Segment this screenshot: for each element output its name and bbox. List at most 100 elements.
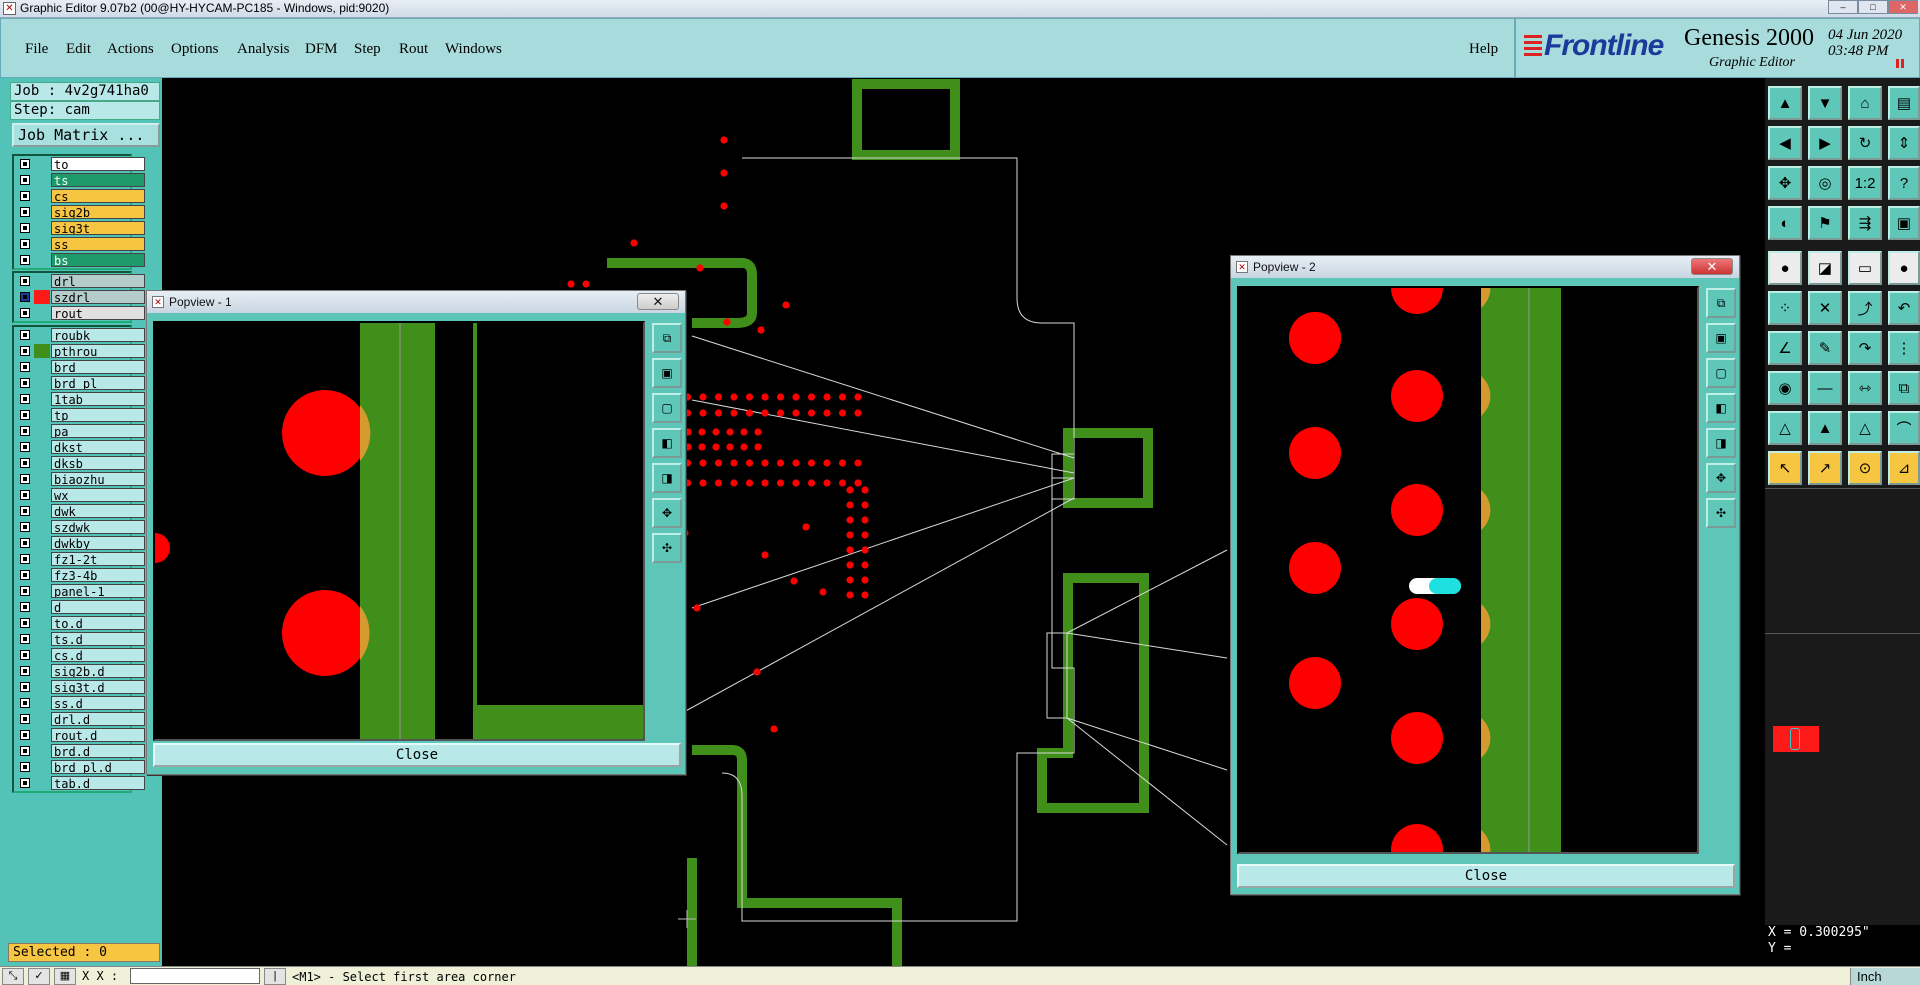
layer-name[interactable]: dwk xyxy=(51,504,145,518)
layer-name[interactable]: ts xyxy=(51,173,145,187)
layer-row[interactable]: drl.d xyxy=(14,711,145,727)
layer-name[interactable]: to.d xyxy=(51,616,145,630)
popview-center-icon[interactable]: ✣ xyxy=(652,533,682,563)
layer-visibility-checkbox[interactable] xyxy=(20,426,30,436)
layer-visibility-checkbox[interactable] xyxy=(20,634,30,644)
layer-name[interactable]: szdwk xyxy=(51,520,145,534)
popview-1-close-button[interactable]: Close xyxy=(153,743,681,767)
layer-name[interactable]: brd_pl.d xyxy=(51,760,145,774)
layer-name[interactable]: dkst xyxy=(51,440,145,454)
menu-help[interactable]: Help xyxy=(1469,41,1498,58)
layer-visibility-checkbox[interactable] xyxy=(20,666,30,676)
layer-name[interactable]: drl xyxy=(51,274,145,288)
layer-row[interactable]: ts.d xyxy=(14,631,145,647)
menu-edit[interactable]: Edit xyxy=(66,41,91,58)
layer-name[interactable]: szdrl xyxy=(51,290,145,304)
popview-1-close-x[interactable]: ✕ xyxy=(637,293,679,310)
layer-visibility-checkbox[interactable] xyxy=(20,730,30,740)
layer-visibility-checkbox[interactable] xyxy=(20,191,30,201)
popview-stretch-icon[interactable]: ✥ xyxy=(652,498,682,528)
layer-row[interactable]: tab.d xyxy=(14,775,145,791)
arc-icon[interactable]: ↶ xyxy=(1888,291,1920,325)
help-icon[interactable]: ? xyxy=(1888,166,1920,200)
popview-pan-right-icon[interactable]: ◨ xyxy=(1706,428,1736,458)
tool-38-icon[interactable]: ⊙ xyxy=(1848,451,1882,485)
layer-row[interactable]: cs.d xyxy=(14,647,145,663)
popview-zoom-out-icon[interactable]: ▢ xyxy=(1706,358,1736,388)
layer-name[interactable]: ss xyxy=(51,237,145,251)
layer-row[interactable]: tp xyxy=(14,407,145,423)
layer-visibility-checkbox[interactable] xyxy=(20,292,30,302)
layer-visibility-checkbox[interactable] xyxy=(20,490,30,500)
layer-name[interactable]: brd xyxy=(51,360,145,374)
layer-name[interactable]: d xyxy=(51,600,145,614)
zoom-in-icon[interactable]: ▲ xyxy=(1768,86,1802,120)
layer-row[interactable]: wx xyxy=(14,487,145,503)
layer-row[interactable]: dwk xyxy=(14,503,145,519)
cursor-icon[interactable]: △ xyxy=(1848,411,1882,445)
pan-right-icon[interactable]: ▶ xyxy=(1808,126,1842,160)
popview-zoom-out-icon[interactable]: ▢ xyxy=(652,393,682,423)
layer-row[interactable]: pthrou xyxy=(14,343,145,359)
snap-icon[interactable]: ◐ xyxy=(1768,206,1802,240)
layer-row[interactable]: brd_pl.d xyxy=(14,759,145,775)
pencil-icon[interactable]: ✎ xyxy=(1808,331,1842,365)
layer-row[interactable]: ss.d xyxy=(14,695,145,711)
layer-row[interactable]: ss xyxy=(14,236,145,252)
redraw-icon[interactable]: ↻ xyxy=(1848,126,1882,160)
stretch-icon[interactable]: ⇕ xyxy=(1888,126,1920,160)
layer-row[interactable]: 1tab xyxy=(14,391,145,407)
layer-visibility-checkbox[interactable] xyxy=(20,778,30,788)
layer-visibility-checkbox[interactable] xyxy=(20,762,30,772)
layer-row[interactable]: sig3t.d xyxy=(14,679,145,695)
layer-visibility-checkbox[interactable] xyxy=(20,474,30,484)
menu-rout[interactable]: Rout xyxy=(399,41,428,58)
layer-name[interactable]: ss.d xyxy=(51,696,145,710)
layer-row[interactable]: to xyxy=(14,156,145,172)
net-icon[interactable]: ⇶ xyxy=(1848,206,1882,240)
popview-2-view[interactable] xyxy=(1237,286,1699,854)
layer-row[interactable]: to.d xyxy=(14,615,145,631)
layout-icon[interactable]: ▤ xyxy=(1888,86,1920,120)
layer-name[interactable]: sig2b xyxy=(51,205,145,219)
layer-name[interactable]: panel-1 xyxy=(51,584,145,598)
layer-visibility-checkbox[interactable] xyxy=(20,458,30,468)
layer-row[interactable]: sig2b.d xyxy=(14,663,145,679)
ratio-icon[interactable]: 1:2 xyxy=(1848,166,1882,200)
job-matrix-button[interactable]: Job Matrix ... xyxy=(12,123,160,147)
move-icon[interactable]: ⤴ xyxy=(1848,291,1882,325)
layer-row[interactable]: brd_pl xyxy=(14,375,145,391)
pad-icon[interactable]: ◉ xyxy=(1768,371,1802,405)
layer-row[interactable]: sig2b xyxy=(14,204,145,220)
layer-name[interactable]: roubk xyxy=(51,328,145,342)
layer-visibility-checkbox[interactable] xyxy=(20,698,30,708)
close-window-button[interactable]: ✕ xyxy=(1888,0,1918,14)
dot-icon[interactable]: ● xyxy=(1888,251,1920,285)
pointer-icon[interactable]: | xyxy=(264,968,286,985)
layer-visibility-checkbox[interactable] xyxy=(20,410,30,420)
layer-visibility-checkbox[interactable] xyxy=(20,308,30,318)
tool-39-icon[interactable]: ⊿ xyxy=(1888,451,1920,485)
menu-options[interactable]: Options xyxy=(171,41,219,58)
layer-row[interactable]: panel-1 xyxy=(14,583,145,599)
layer-visibility-checkbox[interactable] xyxy=(20,538,30,548)
layer-visibility-checkbox[interactable] xyxy=(20,618,30,628)
layer-visibility-checkbox[interactable] xyxy=(20,442,30,452)
layer-visibility-checkbox[interactable] xyxy=(20,378,30,388)
layer-row[interactable]: szdrl xyxy=(14,289,145,305)
popview-1-view[interactable] xyxy=(153,321,645,741)
layer-visibility-checkbox[interactable] xyxy=(20,682,30,692)
popview-zoom-in-icon[interactable]: ▣ xyxy=(1706,323,1736,353)
cut-icon[interactable]: ✕ xyxy=(1808,291,1842,325)
popview-2-close-x[interactable]: ✕ xyxy=(1691,258,1733,275)
layer-name[interactable]: biaozhu xyxy=(51,472,145,486)
popview-pan-left-icon[interactable]: ◧ xyxy=(652,428,682,458)
coordinate-input[interactable] xyxy=(130,968,260,984)
layer-visibility-checkbox[interactable] xyxy=(20,394,30,404)
popview-fit-icon[interactable]: ⧉ xyxy=(652,323,682,353)
layer-row[interactable]: fz3-4b xyxy=(14,567,145,583)
layer-visibility-checkbox[interactable] xyxy=(20,362,30,372)
layer-visibility-checkbox[interactable] xyxy=(20,746,30,756)
layer-visibility-checkbox[interactable] xyxy=(20,586,30,596)
layer-visibility-checkbox[interactable] xyxy=(20,650,30,660)
